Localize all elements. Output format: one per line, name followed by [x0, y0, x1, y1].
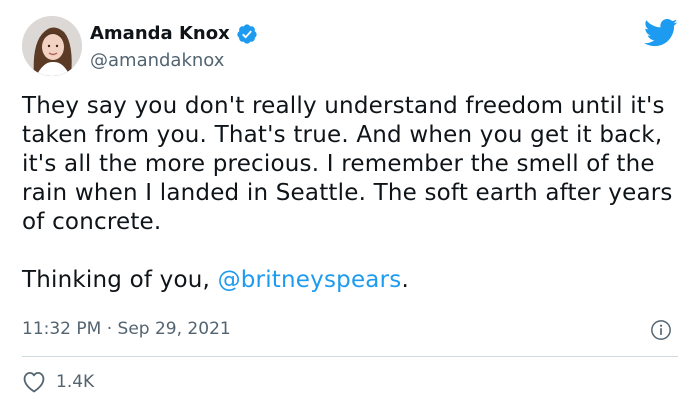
- tweet-paragraph: Thinking of you, @britneyspears.: [22, 266, 682, 295]
- tweet-text-segment: Thinking of you,: [22, 267, 218, 293]
- divider: [22, 356, 678, 357]
- tweet-text-segment: .: [401, 267, 409, 293]
- twitter-bird-icon[interactable]: [644, 18, 678, 48]
- author-name-row: Amanda Knox: [90, 22, 258, 46]
- mention-link[interactable]: @britneyspears: [218, 267, 402, 293]
- tweet-card: Amanda Knox @amandaknox They say you don…: [0, 0, 700, 410]
- tweet-time: 11:32 PM: [22, 319, 102, 339]
- info-icon[interactable]: [650, 319, 672, 341]
- display-name[interactable]: Amanda Knox: [90, 22, 230, 46]
- timestamp-separator: ·: [101, 319, 118, 339]
- tweet-paragraph: They say you don't really understand fre…: [22, 93, 673, 235]
- like-action[interactable]: 1.4K: [22, 371, 94, 393]
- heart-icon[interactable]: [22, 371, 46, 393]
- tweet-timestamp[interactable]: 11:32 PM · Sep 29, 2021: [22, 318, 231, 340]
- avatar-image: [22, 16, 82, 76]
- author-handle[interactable]: @amandaknox: [90, 50, 224, 72]
- like-count: 1.4K: [56, 372, 95, 392]
- tweet-date: Sep 29, 2021: [117, 319, 231, 339]
- verified-badge-icon: [237, 24, 257, 44]
- avatar[interactable]: [22, 16, 82, 76]
- tweet-text: They say you don't really understand fre…: [22, 92, 682, 295]
